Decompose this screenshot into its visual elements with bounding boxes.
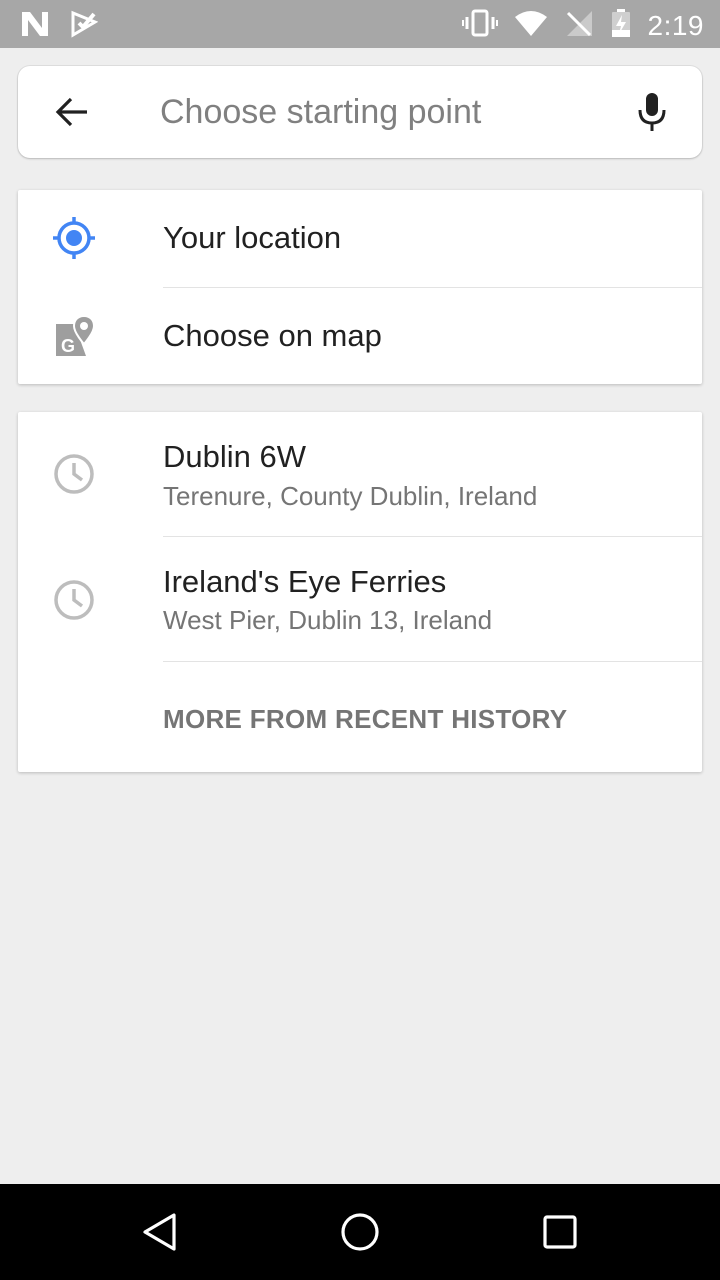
history-item-title: Dublin 6W <box>163 439 306 474</box>
n-notification-icon <box>20 10 50 43</box>
recent-history-card: Dublin 6W Terenure, County Dublin, Irela… <box>18 412 702 772</box>
history-item-subtitle: West Pier, Dublin 13, Ireland <box>163 605 493 635</box>
history-item-subtitle: Terenure, County Dublin, Ireland <box>163 481 538 511</box>
choose-on-map-label: Choose on map <box>163 318 382 353</box>
status-bar: 2:19 <box>0 0 720 48</box>
no-signal-icon <box>564 9 594 42</box>
starting-point-input[interactable] <box>160 86 630 138</box>
recents-square-icon <box>543 1215 577 1249</box>
location-options-card: Your location G Choose on map <box>18 190 702 384</box>
clock-icon <box>52 452 96 496</box>
history-item[interactable]: Ireland's Eye Ferries West Pier, Dublin … <box>18 536 702 661</box>
microphone-icon <box>638 93 666 131</box>
arrow-back-icon <box>55 97 87 127</box>
history-item-title: Ireland's Eye Ferries <box>163 564 447 599</box>
your-location-label: Your location <box>163 220 342 255</box>
map-pin-icon: G <box>52 314 96 358</box>
choose-on-map-option[interactable]: G Choose on map <box>18 287 702 384</box>
checkmark-notification-icon <box>70 10 99 43</box>
wifi-icon <box>514 9 548 42</box>
home-circle-icon <box>341 1213 379 1251</box>
your-location-option[interactable]: Your location <box>18 190 702 287</box>
status-clock: 2:19 <box>647 9 704 41</box>
back-triangle-icon <box>143 1213 176 1251</box>
svg-text:G: G <box>61 336 75 356</box>
nav-back-button[interactable] <box>136 1208 184 1256</box>
clock-icon <box>52 578 96 622</box>
starting-point-search-bar <box>18 66 702 158</box>
nav-home-button[interactable] <box>336 1208 384 1256</box>
voice-search-button[interactable] <box>630 90 674 134</box>
nav-recents-button[interactable] <box>536 1208 584 1256</box>
divider <box>163 661 702 662</box>
my-location-icon <box>52 216 96 260</box>
status-left-icons <box>20 10 99 43</box>
system-navigation-bar <box>0 1184 720 1280</box>
vibrate-icon <box>461 9 498 42</box>
battery-charging-icon <box>610 8 632 43</box>
more-recent-history-button[interactable]: MORE FROM RECENT HISTORY <box>163 704 567 735</box>
back-button[interactable] <box>52 92 92 132</box>
history-item[interactable]: Dublin 6W Terenure, County Dublin, Irela… <box>18 412 702 536</box>
status-right-icons: 2:19 <box>461 8 705 43</box>
